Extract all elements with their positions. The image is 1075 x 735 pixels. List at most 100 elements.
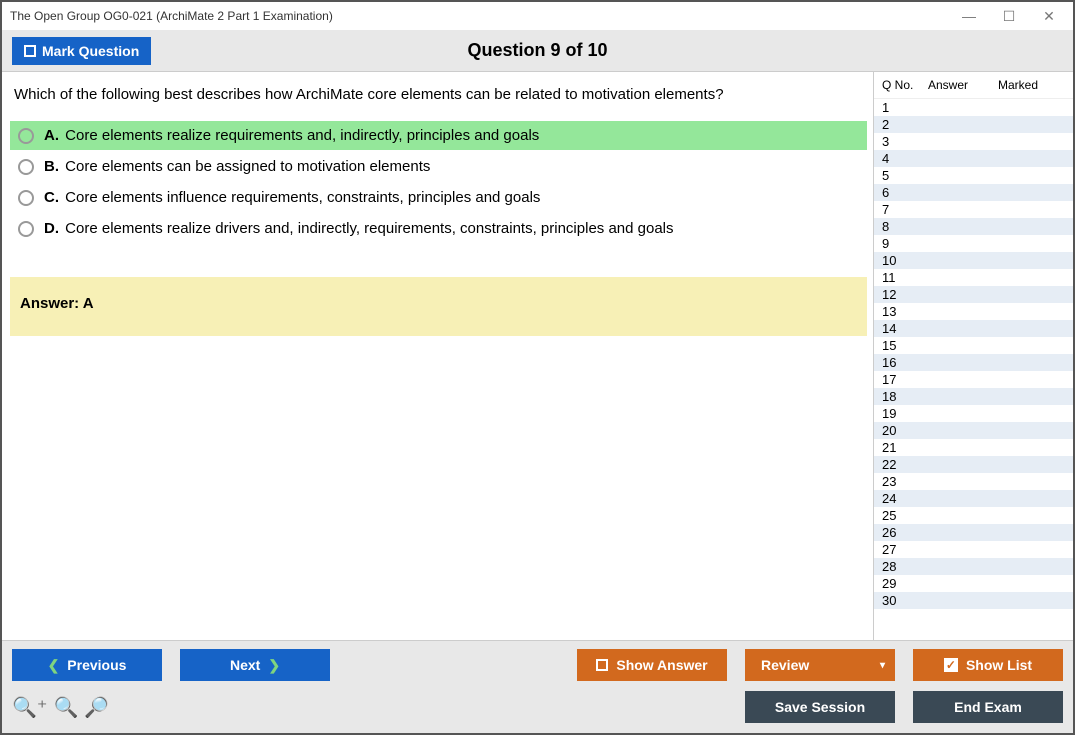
col-header-qno: Q No.	[878, 78, 928, 92]
row-qno: 22	[878, 457, 928, 472]
next-label: Next	[230, 657, 260, 673]
question-row[interactable]: 28	[874, 558, 1073, 575]
question-row[interactable]: 16	[874, 354, 1073, 371]
question-row[interactable]: 9	[874, 235, 1073, 252]
question-row[interactable]: 6	[874, 184, 1073, 201]
option-c[interactable]: C. Core elements influence requirements,…	[10, 183, 867, 212]
question-row[interactable]: 22	[874, 456, 1073, 473]
row-qno: 27	[878, 542, 928, 557]
question-row[interactable]: 18	[874, 388, 1073, 405]
question-row[interactable]: 30	[874, 592, 1073, 609]
question-row[interactable]: 4	[874, 150, 1073, 167]
footer-right-buttons: Save Session End Exam	[745, 691, 1063, 723]
checkmark-icon: ✓	[944, 658, 958, 672]
row-qno: 20	[878, 423, 928, 438]
row-qno: 7	[878, 202, 928, 217]
sidebar-header: Q No. Answer Marked	[874, 72, 1073, 99]
chevron-right-icon: ❯	[268, 657, 280, 674]
footer: ❮ Previous Next ❯ Show Answer Review ▾ ✓…	[2, 640, 1073, 733]
show-answer-button[interactable]: Show Answer	[577, 649, 727, 681]
question-row[interactable]: 17	[874, 371, 1073, 388]
question-row[interactable]: 8	[874, 218, 1073, 235]
zoom-out-icon[interactable]: 🔎	[84, 695, 109, 720]
question-content: Which of the following best describes ho…	[2, 72, 873, 640]
question-row[interactable]: 24	[874, 490, 1073, 507]
question-row[interactable]: 29	[874, 575, 1073, 592]
question-row[interactable]: 23	[874, 473, 1073, 490]
question-list[interactable]: 1234567891011121314151617181920212223242…	[874, 99, 1073, 640]
question-row[interactable]: 25	[874, 507, 1073, 524]
save-session-label: Save Session	[775, 699, 865, 715]
row-qno: 21	[878, 440, 928, 455]
row-qno: 19	[878, 406, 928, 421]
row-qno: 12	[878, 287, 928, 302]
zoom-reset-icon[interactable]: 🔍	[53, 695, 78, 720]
option-text: B. Core elements can be assigned to moti…	[44, 158, 430, 175]
save-session-button[interactable]: Save Session	[745, 691, 895, 723]
row-qno: 24	[878, 491, 928, 506]
question-row[interactable]: 11	[874, 269, 1073, 286]
previous-label: Previous	[67, 657, 126, 673]
option-text: D. Core elements realize drivers and, in…	[44, 220, 674, 237]
spacer	[348, 649, 559, 681]
option-a[interactable]: A. Core elements realize requirements an…	[10, 121, 867, 150]
previous-button[interactable]: ❮ Previous	[12, 649, 162, 681]
row-qno: 5	[878, 168, 928, 183]
show-list-label: Show List	[966, 657, 1032, 673]
question-row[interactable]: 26	[874, 524, 1073, 541]
mark-question-button[interactable]: Mark Question	[12, 37, 151, 65]
row-qno: 15	[878, 338, 928, 353]
row-qno: 14	[878, 321, 928, 336]
option-b[interactable]: B. Core elements can be assigned to moti…	[10, 152, 867, 181]
question-text: Which of the following best describes ho…	[10, 86, 867, 103]
option-d[interactable]: D. Core elements realize drivers and, in…	[10, 214, 867, 243]
zoom-in-icon[interactable]: 🔍⁺	[12, 695, 47, 720]
options-list: A. Core elements realize requirements an…	[10, 121, 867, 243]
row-qno: 2	[878, 117, 928, 132]
row-qno: 23	[878, 474, 928, 489]
col-header-answer: Answer	[928, 78, 998, 92]
minimize-button[interactable]: —	[949, 3, 989, 29]
review-label: Review	[761, 657, 809, 673]
row-qno: 18	[878, 389, 928, 404]
row-qno: 10	[878, 253, 928, 268]
question-row[interactable]: 19	[874, 405, 1073, 422]
row-qno: 13	[878, 304, 928, 319]
review-button[interactable]: Review ▾	[745, 649, 895, 681]
question-row[interactable]: 21	[874, 439, 1073, 456]
mark-question-label: Mark Question	[42, 43, 139, 59]
question-row[interactable]: 15	[874, 337, 1073, 354]
maximize-button[interactable]: ☐	[989, 3, 1029, 29]
end-exam-button[interactable]: End Exam	[913, 691, 1063, 723]
close-button[interactable]: ✕	[1029, 3, 1069, 29]
show-list-button[interactable]: ✓ Show List	[913, 649, 1063, 681]
question-row[interactable]: 10	[874, 252, 1073, 269]
question-row[interactable]: 20	[874, 422, 1073, 439]
question-row[interactable]: 13	[874, 303, 1073, 320]
titlebar: The Open Group OG0-021 (ArchiMate 2 Part…	[2, 2, 1073, 30]
option-text: A. Core elements realize requirements an…	[44, 127, 539, 144]
row-qno: 26	[878, 525, 928, 540]
row-qno: 9	[878, 236, 928, 251]
end-exam-label: End Exam	[954, 699, 1022, 715]
next-button[interactable]: Next ❯	[180, 649, 330, 681]
question-row[interactable]: 14	[874, 320, 1073, 337]
zoom-controls: 🔍⁺ 🔍 🔎	[12, 695, 109, 720]
checkbox-icon	[596, 659, 608, 671]
main-area: Which of the following best describes ho…	[2, 72, 1073, 640]
question-row[interactable]: 2	[874, 116, 1073, 133]
radio-icon	[18, 159, 34, 175]
radio-icon	[18, 221, 34, 237]
question-row[interactable]: 1	[874, 99, 1073, 116]
question-list-sidebar: Q No. Answer Marked 12345678910111213141…	[873, 72, 1073, 640]
question-row[interactable]: 3	[874, 133, 1073, 150]
row-qno: 28	[878, 559, 928, 574]
question-row[interactable]: 7	[874, 201, 1073, 218]
row-qno: 25	[878, 508, 928, 523]
question-row[interactable]: 12	[874, 286, 1073, 303]
footer-row-2: 🔍⁺ 🔍 🔎 Save Session End Exam	[12, 691, 1063, 723]
question-row[interactable]: 27	[874, 541, 1073, 558]
row-qno: 16	[878, 355, 928, 370]
row-qno: 17	[878, 372, 928, 387]
question-row[interactable]: 5	[874, 167, 1073, 184]
